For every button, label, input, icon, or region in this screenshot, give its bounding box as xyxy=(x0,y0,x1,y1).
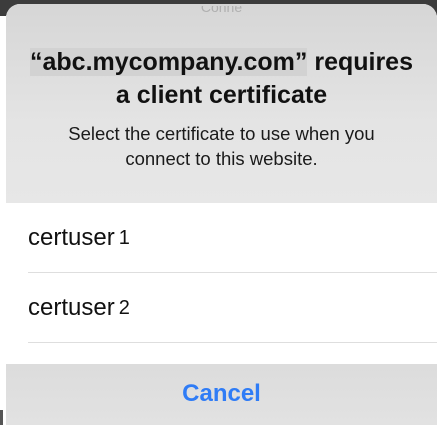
certificate-name: certuser xyxy=(28,224,115,251)
sheet-header: Conne “abc.mycompany.com” requires a cli… xyxy=(6,4,437,203)
certificate-option-1[interactable]: certuser 1 xyxy=(6,203,437,273)
certificate-number: 1 xyxy=(118,226,130,249)
certificate-name: certuser xyxy=(28,294,115,321)
cancel-label: Cancel xyxy=(182,379,261,407)
cancel-button[interactable]: Cancel xyxy=(6,364,437,425)
row-divider xyxy=(28,342,437,343)
dialog-message: Select the certificate to use when you c… xyxy=(20,121,423,171)
message-line2: connect to this website. xyxy=(125,148,318,169)
title-host: “abc.mycompany.com” xyxy=(29,48,308,76)
certificate-sheet: Conne “abc.mycompany.com” requires a cli… xyxy=(6,4,437,425)
clipped-heading: Conne xyxy=(200,6,243,15)
title-line1-rest: requires xyxy=(307,48,413,76)
dialog-title: “abc.mycompany.com” requires a client ce… xyxy=(16,46,427,112)
certificate-list: certuser 1 certuser 2 xyxy=(6,203,437,343)
edge-mark xyxy=(0,410,3,425)
certificate-number: 2 xyxy=(118,296,130,319)
message-line1: Select the certificate to use when you xyxy=(68,123,375,144)
screen: Conne “abc.mycompany.com” requires a cli… xyxy=(0,0,437,425)
certificate-option-2[interactable]: certuser 2 xyxy=(6,273,437,343)
title-line2: a client certificate xyxy=(115,81,328,109)
